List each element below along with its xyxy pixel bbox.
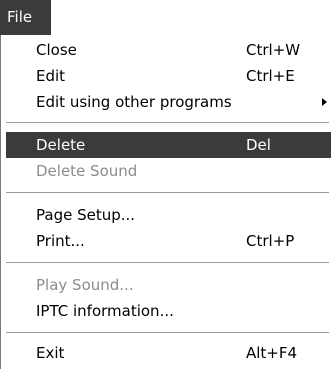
menu-item-label: Play Sound... [36, 276, 134, 294]
menu-item-shortcut: Del [246, 136, 271, 154]
menu-item-close[interactable]: Close Ctrl+W [6, 37, 331, 63]
menu-item-exit[interactable]: Exit Alt+F4 [6, 340, 331, 366]
menu-separator [6, 192, 329, 193]
menu-separator [6, 332, 329, 333]
menu-item-shortcut: Alt+F4 [246, 344, 298, 362]
menu-item-label: Edit [36, 67, 66, 85]
menu-item-edit[interactable]: Edit Ctrl+E [6, 63, 331, 89]
menu-item-edit-using-other-programs[interactable]: Edit using other programs [6, 89, 331, 115]
menu-item-label: Close [36, 41, 77, 59]
menu-item-print[interactable]: Print... Ctrl+P [6, 228, 331, 254]
file-menu-tab[interactable]: File [0, 0, 51, 35]
menu-item-delete[interactable]: Delete Del [6, 132, 331, 158]
menu-separator [6, 122, 329, 123]
file-menu-dropdown: Close Ctrl+W Edit Ctrl+E Edit using othe… [0, 35, 331, 369]
menu-separator [6, 262, 329, 263]
menu-item-shortcut: Ctrl+P [246, 232, 295, 250]
submenu-arrow-icon [322, 98, 327, 106]
menu-item-play-sound: Play Sound... [6, 272, 331, 298]
file-menu-label: File [7, 8, 33, 26]
menu-item-label: Exit [36, 344, 65, 362]
menu-item-label: Delete Sound [36, 162, 138, 180]
menu-item-label: Print... [36, 232, 85, 250]
menu-item-label: IPTC information... [36, 302, 174, 320]
menu-item-shortcut: Ctrl+W [246, 41, 301, 59]
menu-item-label: Edit using other programs [36, 93, 232, 111]
menu-item-label: Page Setup... [36, 206, 136, 224]
menu-item-page-setup[interactable]: Page Setup... [6, 202, 331, 228]
menu-item-delete-sound: Delete Sound [6, 158, 331, 184]
menu-item-iptc-information[interactable]: IPTC information... [6, 298, 331, 324]
menu-item-shortcut: Ctrl+E [246, 67, 295, 85]
menu-item-label: Delete [36, 136, 86, 154]
